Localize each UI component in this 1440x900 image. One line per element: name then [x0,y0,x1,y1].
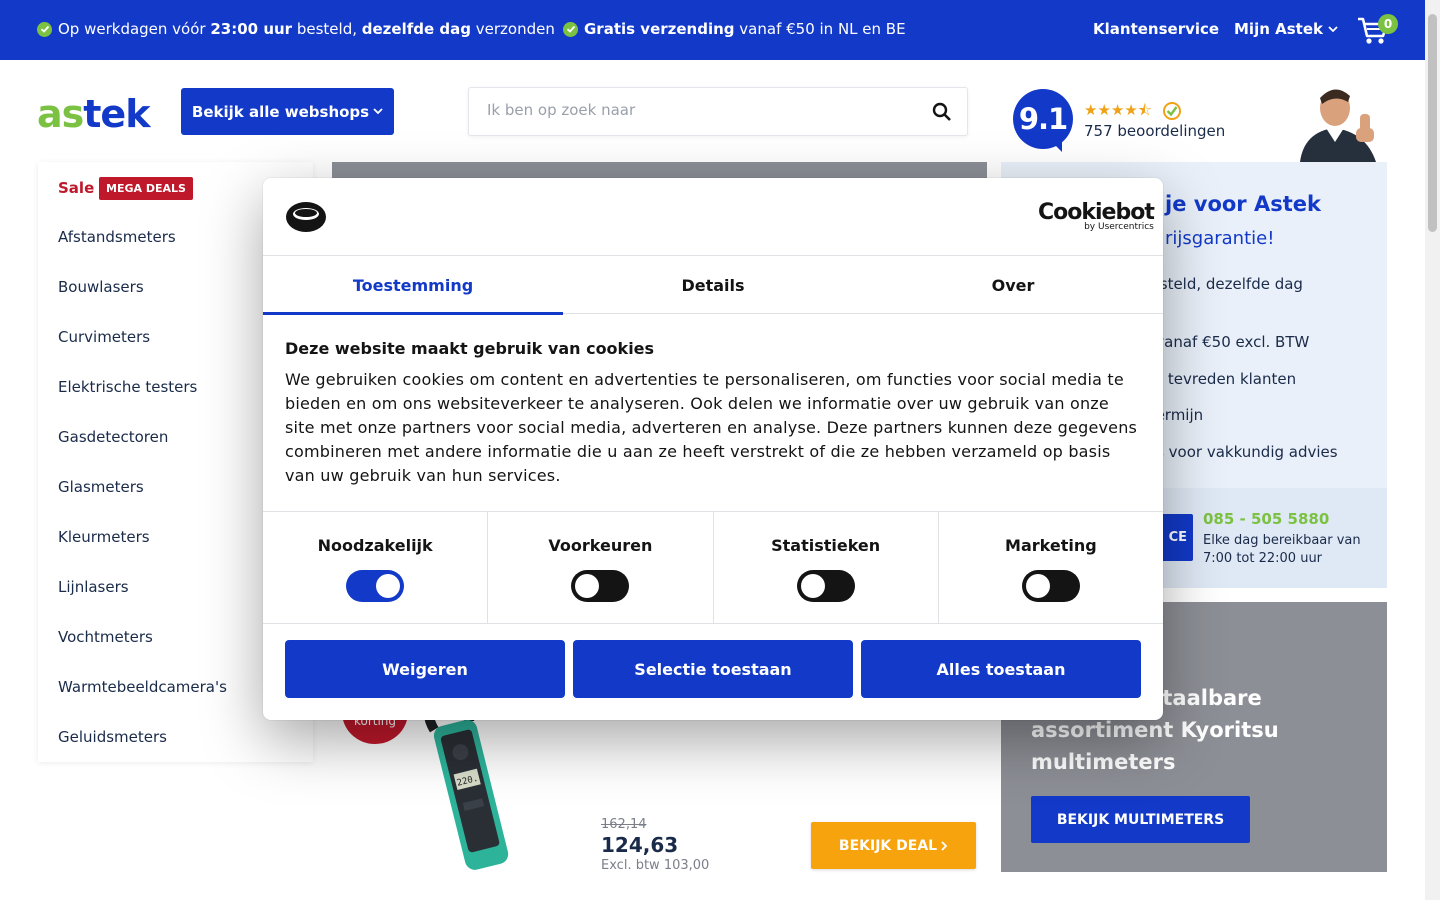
sidebar-item-kleurmeters[interactable]: Kleurmeters [58,528,150,546]
rating-score-badge[interactable]: 9.1 [1013,89,1073,149]
cookie-dialog-header: Cookiebot by Usercentrics [263,178,1163,256]
check-icon [563,21,578,37]
opening-hours: Elke dag bereikbaar van 7:00 tot 22:00 u… [1203,533,1361,566]
sidebar-item-afstandsmeters[interactable]: Afstandsmeters [58,228,176,246]
statistics-switch[interactable] [796,570,855,602]
reviews-count[interactable]: 757 beoordelingen [1084,122,1225,140]
toggle-marketing: Marketing [939,512,1163,623]
price-guarantee-subtitle: rijsgarantie! [1165,228,1275,249]
sidebar-item-bouwlasers[interactable]: Bouwlasers [58,278,144,296]
sidebar-item-curvimeters[interactable]: Curvimeters [58,328,150,346]
my-account-menu[interactable]: Mijn Astek [1234,20,1338,38]
why-astek-title: je voor Astek [1165,192,1321,216]
sidebar-item-vochtmeters[interactable]: Vochtmeters [58,628,153,646]
check-icon [37,21,52,37]
usp-same-day-shipping: Op werkdagen vóór 23:00 uur besteld, dez… [37,20,555,38]
allow-all-button[interactable]: Alles toestaan [861,640,1141,698]
cookie-heading: Deze website maakt gebruik van cookies [285,339,655,358]
sidebar-item-geluidsmeters[interactable]: Geluidsmeters [58,728,167,746]
view-multimeters-button[interactable]: BEKIJK MULTIMETERS [1031,796,1250,843]
search-icon[interactable] [931,101,953,123]
toggle-preferences: Voorkeuren [488,512,714,623]
sidebar-item-warmtebeeldcameras[interactable]: Warmtebeeldcamera's [58,678,227,696]
cookie-consent-dialog: Cookiebot by Usercentrics Toestemming De… [263,178,1163,720]
scrollbar-thumb[interactable] [1428,14,1437,232]
tab-about[interactable]: Over [863,256,1163,314]
cart-count-badge: 0 [1378,14,1398,34]
rating-bubble-tail [1048,138,1062,152]
marketing-switch[interactable] [1021,570,1080,602]
price-excl-vat: Excl. btw 103,00 [601,858,710,873]
necessary-switch[interactable] [346,570,405,602]
mega-deals-badge[interactable]: MEGA DEALS [99,177,193,200]
verified-check-icon [1163,102,1181,120]
search-bar [468,87,968,136]
usp-free-shipping: Gratis verzending vanaf €50 in NL en BE [563,20,906,38]
deal-price: 124,63 [601,833,679,857]
top-usp-bar: Op werkdagen vóór 23:00 uur besteld, dez… [0,0,1425,60]
cookie-tabs: Toestemming Details Over [263,256,1163,315]
cookie-actions: Weigeren Selectie toestaan Alles toestaa… [285,640,1141,698]
all-webshops-button[interactable]: Bekijk alle webshops [181,88,394,135]
reject-button[interactable]: Weigeren [285,640,565,698]
preferences-switch[interactable] [571,570,630,602]
chevron-down-icon [1328,25,1338,32]
sidebar-item-glasmeters[interactable]: Glasmeters [58,478,144,496]
cookie-body-text: We gebruiken cookies om content en adver… [285,370,1138,485]
phone-number[interactable]: 085 - 505 5880 [1203,510,1329,528]
cookie-category-toggles: Noodzakelijk Voorkeuren Statistieken Mar… [263,511,1163,624]
cookiebot-logo-icon [286,202,326,232]
why-usp-item: g vanaf €50 excl. BTW [1141,333,1310,351]
sidebar-item-elektrische-testers[interactable]: Elektrische testers [58,378,197,396]
support-person-image [1300,89,1376,162]
why-usp-item: besteld, dezelfde dag [1141,275,1303,293]
astek-logo[interactable]: astek [37,92,150,136]
old-price: 162,14 [601,817,647,832]
why-usp-item: res voor vakkundig advies [1141,443,1338,461]
tab-details[interactable]: Details [563,256,863,314]
cookiebot-brand[interactable]: Cookiebot by Usercentrics [1038,200,1155,232]
sidebar-item-lijnlasers[interactable]: Lijnlasers [58,578,129,596]
customer-service-link[interactable]: Klantenservice [1093,20,1219,38]
chevron-right-icon [941,840,948,851]
tab-consent[interactable]: Toestemming [263,256,563,315]
toggle-necessary: Noodzakelijk [263,512,489,623]
chevron-down-icon [373,108,383,115]
why-usp-item: 0+ tevreden klanten [1141,370,1297,388]
view-deal-button[interactable]: BEKIJK DEAL [811,822,976,869]
toggle-statistics: Statistieken [714,512,939,623]
search-input[interactable] [487,101,917,119]
allow-selection-button[interactable]: Selectie toestaan [573,640,853,698]
sidebar-item-gasdetectoren[interactable]: Gasdetectoren [58,428,168,446]
sidebar-item-sale[interactable]: Sale [58,179,94,197]
